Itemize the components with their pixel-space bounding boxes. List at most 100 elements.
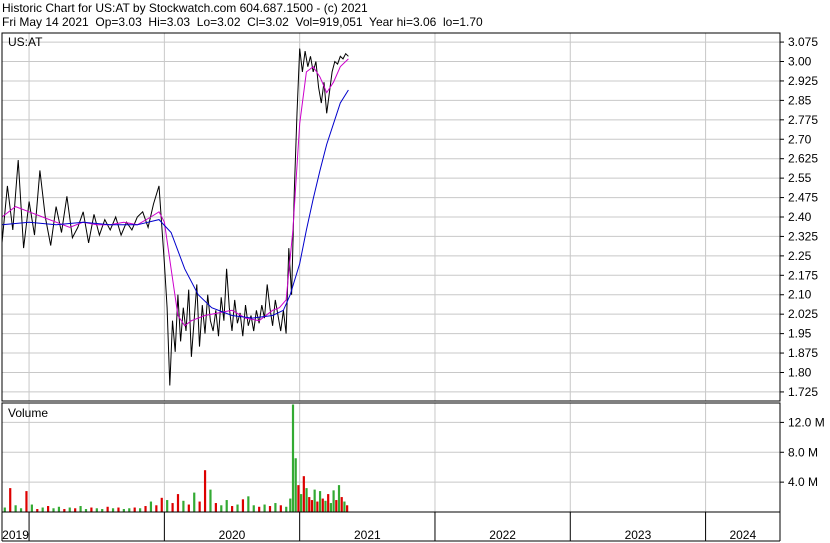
volume-bar — [343, 501, 346, 512]
volume-bar — [279, 505, 282, 512]
volume-bar — [258, 506, 261, 512]
volume-bar — [41, 507, 44, 512]
volume-bar — [193, 492, 196, 512]
volume-bar — [274, 503, 277, 512]
volume-bar — [247, 496, 250, 512]
volume-bar — [308, 497, 311, 512]
volume-bar — [133, 507, 136, 512]
volume-bar — [139, 508, 142, 512]
price-tick-label: 2.10 — [788, 288, 812, 302]
volume-bar — [176, 494, 180, 512]
labels-layer: 3.075 3.00 2.925 2.85 2.775 2.70 2.625 2.55 2.47… — [2, 35, 825, 542]
price-tick-label: 1.80 — [788, 365, 812, 379]
volume-bar — [95, 508, 98, 512]
volume-bar — [324, 500, 327, 512]
volume-bar — [263, 504, 266, 512]
volume-bar — [302, 476, 305, 512]
volume-bar — [236, 504, 239, 512]
volume-panel-frame — [1, 402, 781, 513]
volume-bar — [327, 494, 330, 512]
volume-bar — [209, 489, 212, 512]
price-tick-label: 2.70 — [788, 132, 812, 146]
volume-bar — [225, 500, 228, 512]
volume-bar — [300, 494, 303, 512]
volume-bar — [297, 485, 300, 512]
volume-bar — [9, 488, 12, 512]
price-tick-label: 2.40 — [788, 210, 812, 224]
volume-bar — [214, 503, 217, 512]
price-tick-label: 2.325 — [788, 229, 818, 243]
volume-bar — [231, 506, 234, 512]
volume-bar — [19, 508, 23, 512]
volume-bar — [268, 506, 272, 512]
x-axis-year-label: 2022 — [489, 528, 516, 542]
volume-bar — [321, 498, 324, 512]
volume-bar — [329, 503, 332, 512]
volume-bar — [52, 508, 55, 512]
volume-bar — [285, 506, 288, 512]
volume-bar — [25, 491, 28, 512]
volume-bar — [106, 506, 109, 512]
x-axis-year-label: 2021 — [354, 528, 381, 542]
volume-bar — [160, 497, 163, 512]
volume-bar — [149, 501, 153, 512]
volume-bar — [318, 491, 322, 512]
x-axis-year-label: 2024 — [729, 528, 756, 542]
volume-bar — [340, 497, 343, 512]
chart-header-quote: Fri May 14 2021 Op=3.03 Hi=3.03 Lo=3.02 … — [2, 15, 483, 29]
price-tick-label: 2.625 — [788, 152, 818, 166]
volume-bar — [337, 485, 341, 512]
volume-bar — [171, 503, 174, 512]
volume-bar — [252, 505, 255, 512]
volume-bar — [79, 506, 82, 512]
volume-bar — [241, 499, 245, 512]
price-tick-label: 2.175 — [788, 268, 818, 282]
volume-bar — [220, 505, 223, 512]
price-tick-label: 2.85 — [788, 93, 812, 107]
volume-bar — [155, 505, 158, 512]
volume-bar — [346, 505, 349, 512]
volume-bar — [144, 506, 147, 512]
volume-bar — [182, 500, 185, 512]
price-tick-label: 1.725 — [788, 385, 818, 399]
volume-tick-label: 4.0 M — [788, 475, 818, 489]
volume-bar — [117, 507, 120, 512]
price-tick-label: 2.775 — [788, 113, 818, 127]
volume-bar — [3, 507, 6, 512]
price-tick-label: 2.025 — [788, 307, 818, 321]
volume-bar — [187, 504, 190, 512]
volume-bar — [74, 508, 77, 512]
chart-header-title: Historic Chart for US:AT by Stockwatch.c… — [2, 1, 368, 15]
volume-bar — [30, 504, 33, 512]
price-panel-title: US:AT — [8, 35, 43, 49]
volume-bar — [335, 500, 338, 512]
price-tick-label: 2.475 — [788, 191, 818, 205]
volume-bar — [47, 506, 50, 512]
volume-bar — [90, 507, 93, 512]
volume-bar — [68, 507, 71, 512]
volume-bar — [313, 489, 316, 512]
volume-bar — [294, 458, 297, 512]
price-tick-label: 2.25 — [788, 249, 812, 263]
stock-chart-canvas: 3.075 3.00 2.925 2.85 2.775 2.70 2.625 2.55 2.47… — [1, 32, 825, 542]
price-tick-label: 1.875 — [788, 346, 818, 360]
volume-bar — [203, 470, 207, 512]
price-tick-label: 2.925 — [788, 74, 818, 88]
volume-bar — [128, 508, 131, 512]
volume-tick-label: 8.0 M — [788, 445, 818, 459]
volume-bar — [305, 488, 308, 512]
price-tick-label: 2.55 — [788, 171, 812, 185]
volume-bar — [166, 500, 169, 512]
volume-bar — [291, 404, 295, 512]
price-tick-label: 3.00 — [788, 55, 812, 69]
x-axis-year-label: 2023 — [625, 528, 652, 542]
volume-bar — [316, 501, 319, 512]
series-line-moving-average-short — [1, 58, 349, 327]
x-axis-year-label: 2020 — [219, 528, 246, 542]
grid-layer — [2, 33, 780, 512]
frame-layer — [1, 32, 784, 542]
volume-bar — [57, 506, 61, 512]
marks-layer — [1, 48, 349, 512]
x-axis-year-label: 2019 — [2, 528, 29, 542]
price-tick-label: 3.075 — [788, 35, 818, 49]
